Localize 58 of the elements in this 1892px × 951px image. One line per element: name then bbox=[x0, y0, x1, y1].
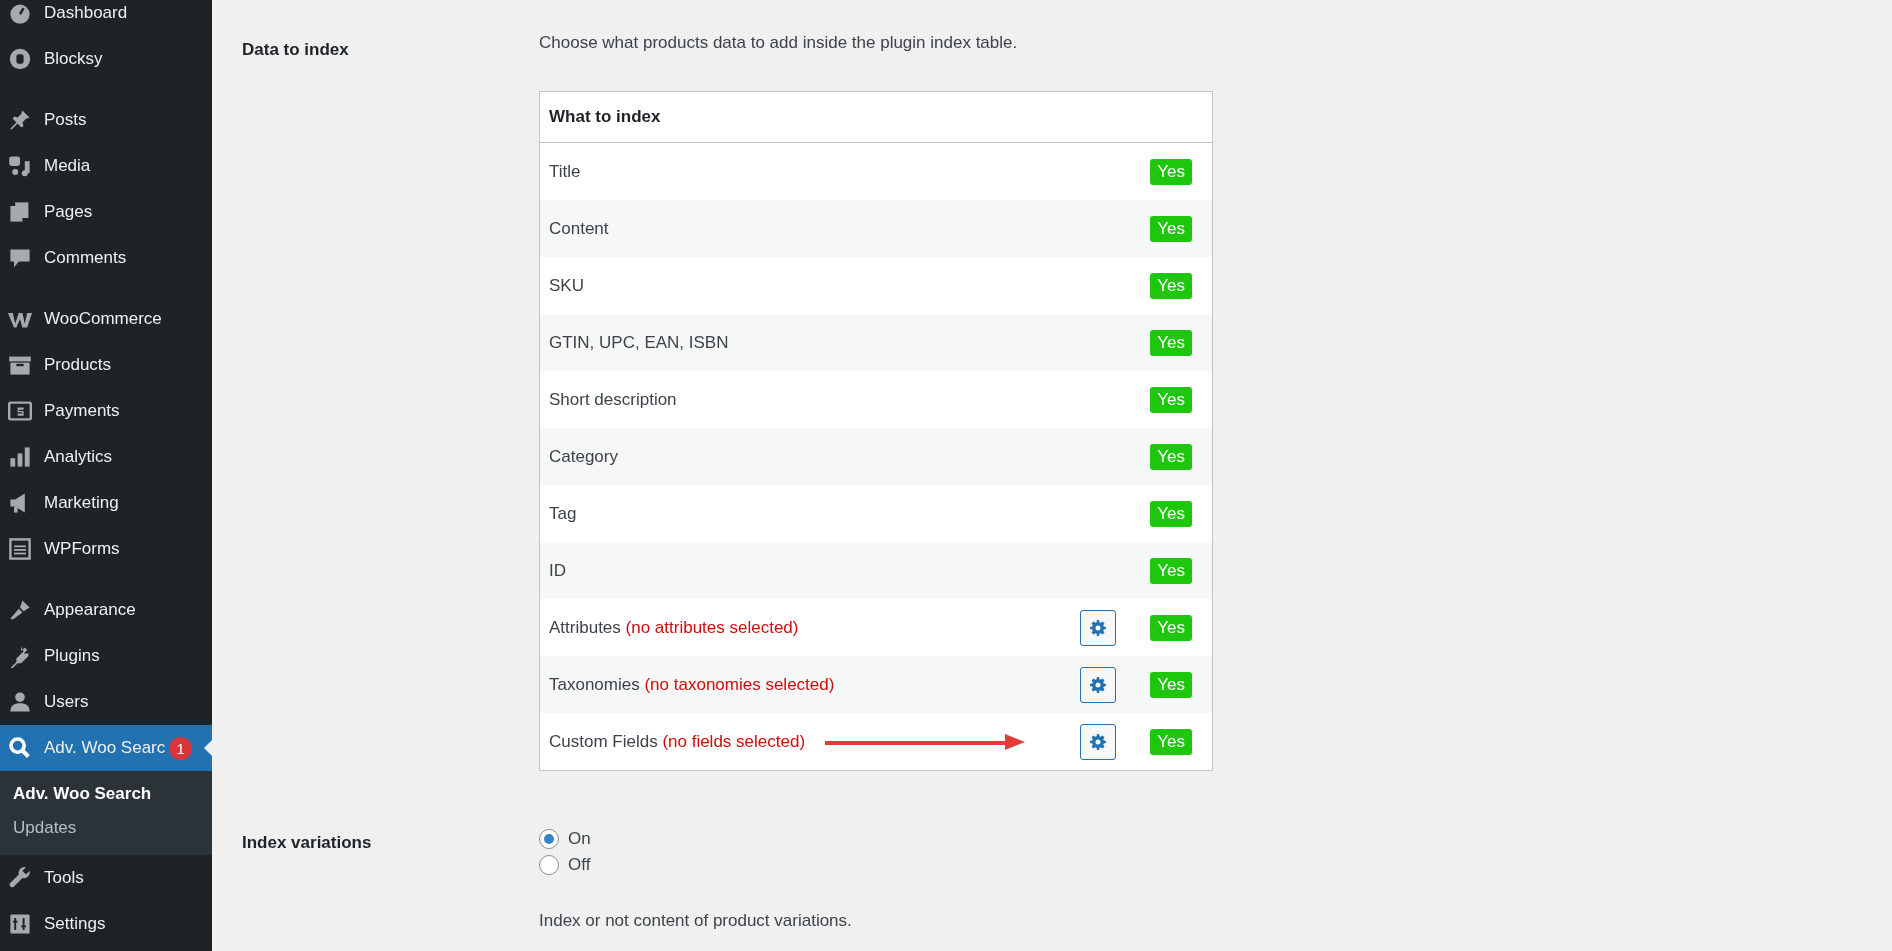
row-label: Taxonomies (no taxonomies selected) bbox=[549, 674, 835, 695]
sidebar-menu-item[interactable]: Blocksy bbox=[0, 36, 212, 82]
radio-button[interactable] bbox=[539, 829, 559, 849]
settings-button[interactable] bbox=[1080, 609, 1117, 646]
row-label: Tag bbox=[549, 503, 577, 524]
paintbrush-icon bbox=[8, 598, 32, 622]
blocksy-logo-icon bbox=[8, 47, 32, 71]
radio-button[interactable] bbox=[539, 855, 559, 875]
settings-button[interactable] bbox=[1080, 666, 1117, 703]
sidebar-menu-item[interactable]: Adv. Woo Searc 1 bbox=[0, 725, 212, 771]
sidebar-menu-item[interactable]: Plugins bbox=[0, 633, 212, 679]
row-label: Attributes (no attributes selected) bbox=[549, 617, 799, 638]
sidebar-menu-item[interactable]: Dashboard bbox=[0, 0, 212, 36]
sidebar-menu-item[interactable]: Appearance bbox=[0, 587, 212, 633]
sidebar-menu-item[interactable]: Payments bbox=[0, 388, 212, 434]
sidebar-menu-item[interactable]: Comments bbox=[0, 235, 212, 281]
row-label: Category bbox=[549, 446, 618, 467]
row-label: ID bbox=[549, 560, 566, 581]
notification-badge: 1 bbox=[169, 736, 193, 760]
sidebar-menu-item[interactable]: Settings bbox=[0, 901, 212, 947]
row-label: GTIN, UPC, EAN, ISBN bbox=[549, 332, 729, 353]
submenu-item[interactable]: Updates bbox=[0, 811, 212, 845]
radio-label[interactable]: On bbox=[568, 829, 591, 849]
sidebar-menu-item[interactable]: Analytics bbox=[0, 434, 212, 480]
bar-chart-icon bbox=[8, 445, 32, 469]
wrench-icon bbox=[8, 866, 32, 890]
sidebar-menu-item[interactable]: Media bbox=[0, 143, 212, 189]
sidebar-menu-item[interactable]: Tools bbox=[0, 855, 212, 901]
sidebar-menu-item[interactable]: Products bbox=[0, 342, 212, 388]
search-icon bbox=[8, 736, 32, 760]
row-label: Title bbox=[549, 161, 581, 182]
gear-icon bbox=[1090, 619, 1107, 636]
sidebar-menu-item[interactable]: Marketing bbox=[0, 480, 212, 526]
setting-label: Index variations bbox=[242, 832, 373, 854]
row-label: Custom Fields (no fields selected) bbox=[549, 731, 806, 752]
row-label: Short description bbox=[549, 389, 677, 410]
camera-music-icon bbox=[8, 154, 32, 178]
gear-icon bbox=[1090, 733, 1107, 750]
sidebar-menu-item[interactable]: Users bbox=[0, 679, 212, 725]
setting-label: Data to index bbox=[242, 39, 350, 61]
submenu-item[interactable]: Adv. Woo Search bbox=[0, 777, 212, 811]
gear-icon bbox=[1090, 676, 1107, 693]
table-header: What to index bbox=[540, 92, 1212, 143]
pushpin-icon bbox=[8, 108, 32, 132]
sidebar-menu-item[interactable]: WPForms bbox=[0, 526, 212, 572]
setting-description: Index or not content of product variations. bbox=[539, 911, 852, 931]
radio-label[interactable]: Off bbox=[568, 855, 591, 875]
form-icon bbox=[8, 537, 32, 561]
sidebar-menu-item[interactable]: Posts bbox=[0, 97, 212, 143]
user-icon bbox=[8, 690, 32, 714]
row-label: Content bbox=[549, 218, 609, 239]
settings-button[interactable] bbox=[1080, 723, 1117, 760]
sidebar-menu-item[interactable]: Pages bbox=[0, 189, 212, 235]
row-label: SKU bbox=[549, 275, 584, 296]
sliders-icon bbox=[8, 912, 32, 936]
setting-description: Choose what products data to add inside the plugin index table. bbox=[539, 33, 1019, 53]
sidebar-menu-item[interactable]: WooCommerce bbox=[0, 296, 212, 342]
dollar-sign-icon bbox=[8, 399, 32, 423]
